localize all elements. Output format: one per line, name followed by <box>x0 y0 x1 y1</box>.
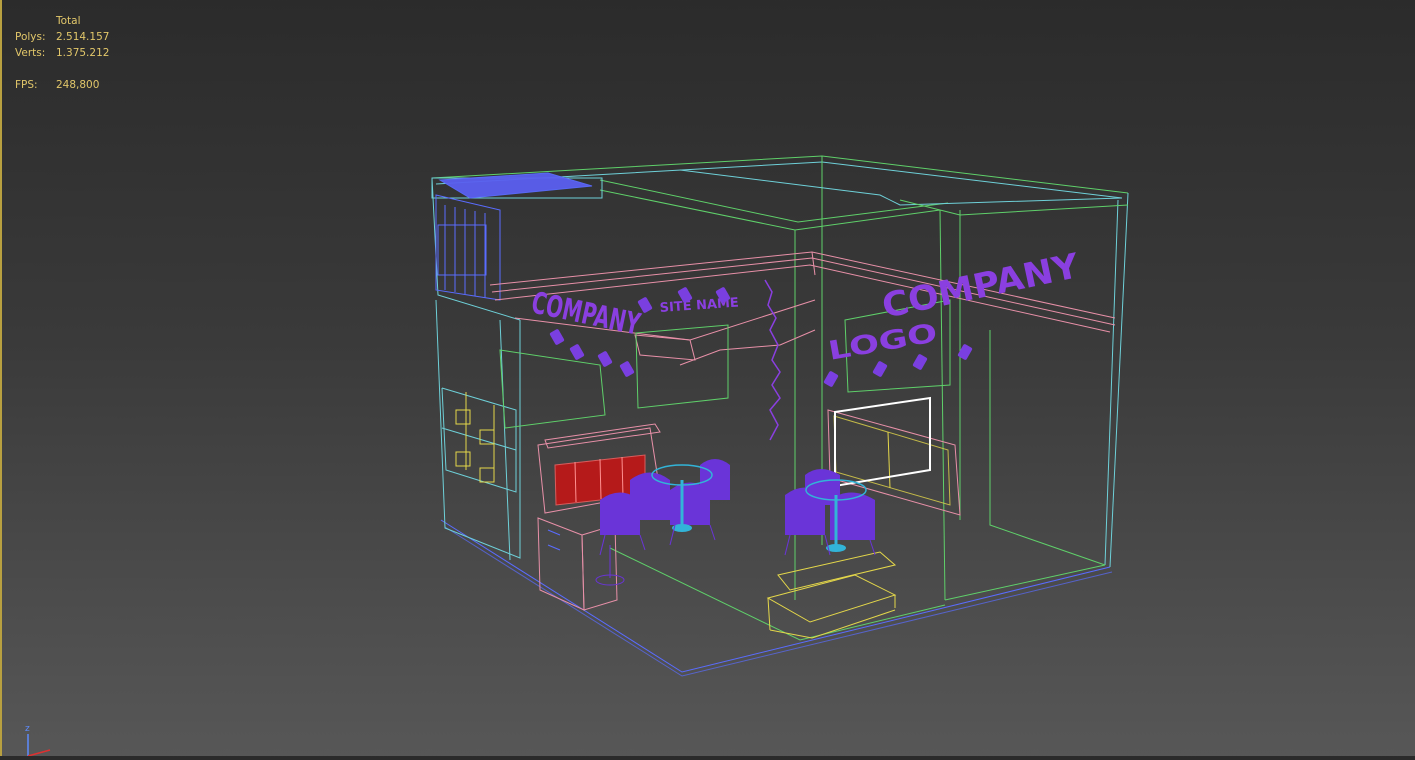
tower-top-mesh <box>435 172 593 301</box>
floor-wireframe <box>440 519 1113 677</box>
3d-viewport[interactable]: Total Polys: 2.514.157 Verts: 1.375.212 FP… <box>0 0 1415 757</box>
axis-gizmo-icon <box>27 734 51 757</box>
axis-gizmo: z <box>18 722 58 757</box>
right-company-sign: COMPANY <box>879 246 1083 327</box>
booth-frame-wireframe <box>431 155 1129 601</box>
selected-tv-screen[interactable] <box>834 396 931 488</box>
left-company-sign: COMPANY <box>528 286 644 343</box>
display-shelves <box>455 392 495 483</box>
bar-stool <box>595 545 625 586</box>
decorative-cable <box>764 279 781 441</box>
wireframe-scene[interactable]: COMPANY SITE NAME COMPANY LOGO <box>0 0 1415 756</box>
bench <box>766 551 897 639</box>
z-axis-label: z <box>25 724 30 734</box>
